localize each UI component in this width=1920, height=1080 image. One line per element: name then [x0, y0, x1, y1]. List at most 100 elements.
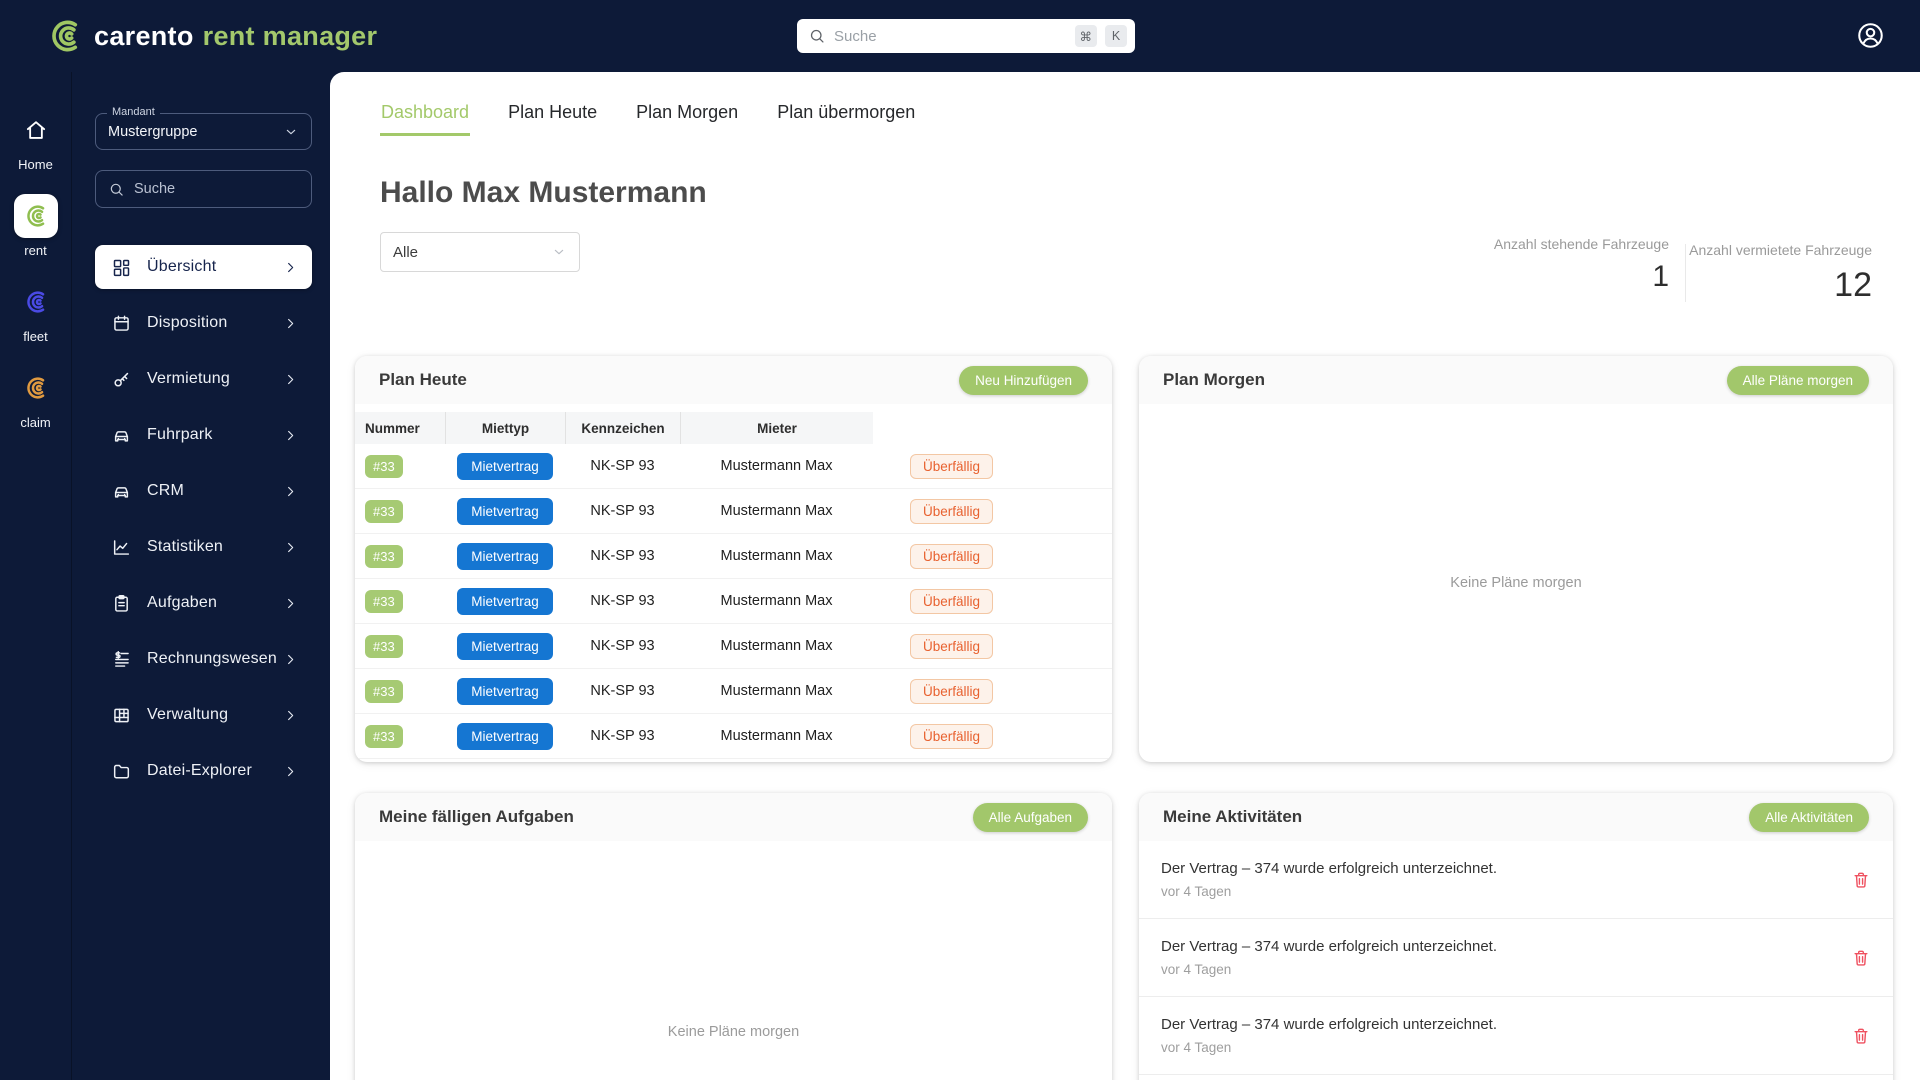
account-button[interactable]: [1856, 21, 1885, 50]
sidebar-item-datei-explorer[interactable]: Datei-Explorer: [95, 749, 312, 793]
menu-item-icon: [111, 537, 132, 558]
mandant-select[interactable]: Mandant Mustergruppe: [95, 113, 312, 150]
trash-icon: [1851, 1026, 1871, 1046]
page-title: Hallo Max Mustermann: [380, 176, 707, 210]
search-icon: [808, 27, 826, 45]
stat-divider: [1685, 244, 1686, 302]
aktivitaeten-card: Meine Aktivitäten Alle Aktivitäten Der V…: [1139, 793, 1893, 1080]
mieter-value: Mustermann Max: [720, 503, 832, 519]
trash-icon: [1851, 870, 1871, 890]
menu-item-icon: [111, 481, 132, 502]
menu-item-label: Verwaltung: [147, 706, 283, 724]
mieter-value: Mustermann Max: [720, 548, 832, 564]
delete-activity-button[interactable]: [1851, 1026, 1871, 1046]
status-badge: Überfällig: [910, 499, 993, 524]
sidebar-item-rechnungswesen[interactable]: Rechnungswesen: [95, 637, 312, 681]
kennzeichen-value: NK-SP 93: [590, 728, 654, 744]
rail-app-icon: [23, 203, 49, 229]
main-content: Dashboard Plan Heute Plan Morgen Plan überm…: [330, 72, 1920, 1080]
table-row[interactable]: #33 Mietvertrag NK-SP 93 Mustermann Max …: [355, 489, 1112, 534]
menu-item-label: Disposition: [147, 314, 283, 332]
global-search[interactable]: ⌘ K: [797, 19, 1135, 53]
logo-product: rent manager: [203, 21, 378, 51]
rail-item-rent[interactable]: rent: [14, 194, 58, 258]
mieter-value: Mustermann Max: [720, 458, 832, 474]
sidebar-item-aufgaben[interactable]: Aufgaben: [95, 581, 312, 625]
delete-activity-button[interactable]: [1851, 870, 1871, 890]
tab-dashboard[interactable]: Dashboard: [380, 102, 470, 136]
table-row[interactable]: #33 Mietvertrag NK-SP 93 Mustermann Max …: [355, 579, 1112, 624]
miettyp-chip: Mietvertrag: [457, 543, 553, 570]
table-row[interactable]: #33 Mietvertrag NK-SP 93 Mustermann Max …: [355, 714, 1112, 759]
alle-aktivitaeten-button[interactable]: Alle Aktivitäten: [1749, 803, 1869, 832]
sidebar-item-übersicht[interactable]: Übersicht: [95, 245, 312, 289]
sidebar-item-crm[interactable]: CRM: [95, 469, 312, 513]
rail-app-icon: [23, 375, 49, 401]
miettyp-chip: Mietvertrag: [457, 498, 553, 525]
plan-morgen-card: Plan Morgen Alle Pläne morgen Keine Plän…: [1139, 356, 1893, 762]
tab-plan-übermorgen[interactable]: Plan übermorgen: [776, 102, 916, 136]
alle-plaene-morgen-button[interactable]: Alle Pläne morgen: [1727, 366, 1869, 395]
neu-hinzufuegen-button[interactable]: Neu Hinzufügen: [959, 366, 1088, 395]
table-header-row: Nummer Miettyp Kennzeichen Mieter: [355, 412, 1112, 444]
sidebar-item-fuhrpark[interactable]: Fuhrpark: [95, 413, 312, 457]
rail-item-home[interactable]: Home: [14, 108, 58, 172]
trash-icon: [1851, 948, 1871, 968]
search-icon: [108, 181, 125, 198]
table-row[interactable]: #33 Mietvertrag NK-SP 93 Mustermann Max …: [355, 624, 1112, 669]
status-badge: Überfällig: [910, 544, 993, 569]
kennzeichen-value: NK-SP 93: [590, 683, 654, 699]
rail-item-claim[interactable]: claim: [14, 366, 58, 430]
mandant-label: Mandant: [107, 106, 160, 118]
alle-aufgaben-button[interactable]: Alle Aufgaben: [973, 803, 1088, 832]
row-number-chip: #33: [365, 500, 403, 523]
stat-vermietete-fahrzeuge: Anzahl vermietete Fahrzeuge 12: [1689, 242, 1872, 305]
col-header-nummer: Nummer: [355, 412, 445, 444]
kbd-k-badge: K: [1105, 25, 1127, 47]
sidebar-search-input[interactable]: [134, 181, 299, 197]
stat-label: Anzahl vermietete Fahrzeuge: [1689, 242, 1872, 258]
row-number-chip: #33: [365, 680, 403, 703]
delete-activity-button[interactable]: [1851, 948, 1871, 968]
table-row[interactable]: #33 Mietvertrag NK-SP 93 Mustermann Max …: [355, 669, 1112, 714]
card-title: Meine fälligen Aufgaben: [379, 807, 574, 827]
miettyp-chip: Mietvertrag: [457, 678, 553, 705]
status-badge: Überfällig: [910, 454, 993, 479]
tab-plan-morgen[interactable]: Plan Morgen: [635, 102, 739, 136]
chevron-right-icon: [283, 428, 298, 443]
activity-text: Der Vertrag – 374 wurde erfolgreich unte…: [1161, 938, 1851, 955]
chevron-right-icon: [283, 260, 298, 275]
menu-item-label: Vermietung: [147, 370, 283, 388]
global-search-input[interactable]: [834, 28, 1067, 45]
miettyp-chip: Mietvertrag: [457, 723, 553, 750]
status-badge: Überfällig: [910, 724, 993, 749]
plan-heute-card: Plan Heute Neu Hinzufügen Nummer Miettyp…: [355, 356, 1112, 762]
tab-plan-heute[interactable]: Plan Heute: [507, 102, 598, 136]
sidebar-search[interactable]: [95, 170, 312, 208]
filter-select[interactable]: Alle: [380, 232, 580, 272]
activity-timestamp: vor 4 Tagen: [1161, 884, 1851, 899]
sidebar-item-vermietung[interactable]: Vermietung: [95, 357, 312, 401]
filter-value: Alle: [393, 244, 418, 261]
app-logo[interactable]: carentorent manager: [46, 17, 377, 55]
kennzeichen-value: NK-SP 93: [590, 638, 654, 654]
menu-item-icon: [111, 257, 132, 278]
sidebar-item-statistiken[interactable]: Statistiken: [95, 525, 312, 569]
kennzeichen-value: NK-SP 93: [590, 503, 654, 519]
menu-item-label: Rechnungswesen: [147, 650, 283, 668]
activity-item: Der Vertrag – 374 wurde erfolgreich unte…: [1139, 841, 1893, 919]
table-row[interactable]: #33 Mietvertrag NK-SP 93 Mustermann Max …: [355, 534, 1112, 579]
sidebar-item-disposition[interactable]: Disposition: [95, 301, 312, 345]
sidebar-item-verwaltung[interactable]: Verwaltung: [95, 693, 312, 737]
aktivitaeten-header: Meine Aktivitäten Alle Aktivitäten: [1139, 793, 1893, 841]
rail-item-fleet[interactable]: fleet: [14, 280, 58, 344]
row-number-chip: #33: [365, 725, 403, 748]
plan-heute-table: Nummer Miettyp Kennzeichen Mieter #33 Mi…: [355, 412, 1112, 759]
table-row[interactable]: #33 Mietvertrag NK-SP 93 Mustermann Max …: [355, 444, 1112, 489]
carento-c-icon: [46, 17, 84, 55]
menu-item-label: Übersicht: [147, 258, 283, 276]
topbar: carentorent manager ⌘ K: [0, 0, 1920, 72]
card-title: Plan Morgen: [1163, 370, 1265, 390]
col-header-miettyp: Miettyp: [445, 412, 565, 444]
rail-item-label: claim: [20, 415, 50, 430]
